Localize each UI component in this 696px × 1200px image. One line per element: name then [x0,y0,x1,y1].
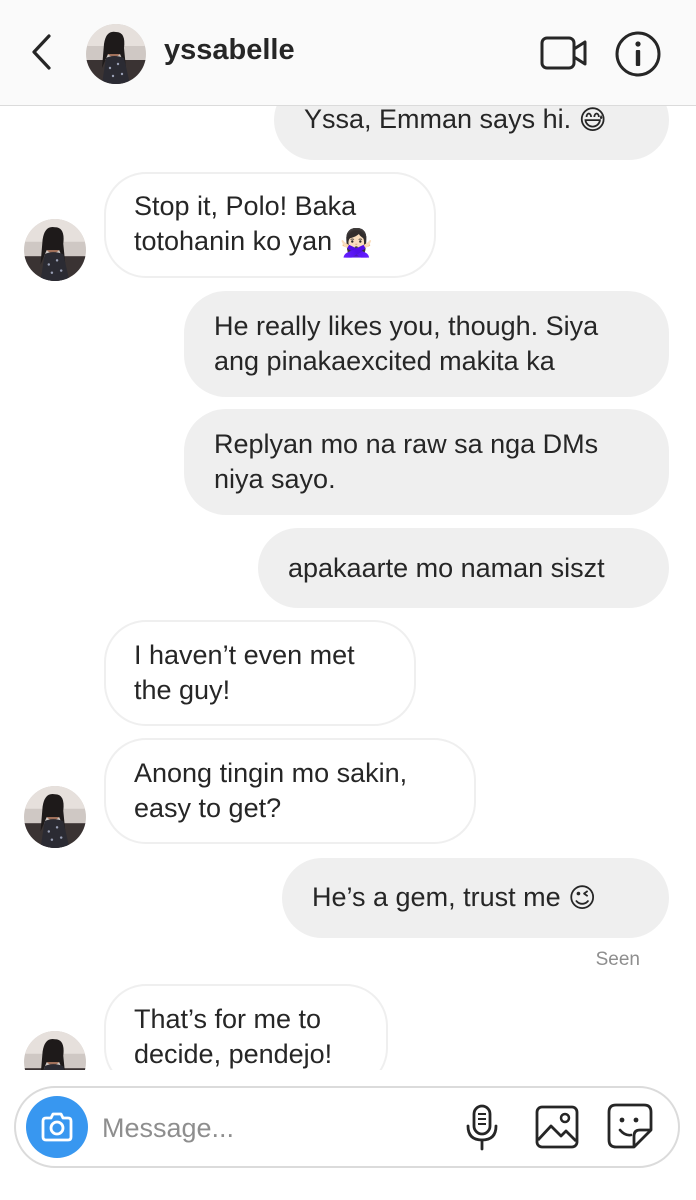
message-text: I haven’t even met [134,640,355,670]
avatar[interactable] [24,219,86,281]
message-text: Anong tingin mo sakin, [134,758,408,788]
message-text: ang pinakaexcited makita ka [214,346,555,376]
microphone-button[interactable] [464,1104,500,1152]
message-bubble-outgoing[interactable]: apakaarte mo naman siszt [258,528,669,608]
camera-icon [41,1112,73,1142]
back-button[interactable] [26,30,58,74]
message-text: the guy! [134,675,231,705]
microphone-icon [466,1104,498,1151]
gallery-button[interactable] [534,1104,580,1150]
avatar[interactable] [24,1031,86,1070]
video-call-button[interactable] [540,34,588,74]
emoji: 🙅🏻‍♀️ [339,227,374,258]
message-text: Yssa, Emman says hi. [304,106,572,134]
emoji: 😅 [578,106,607,136]
message-text: Stop it, Polo! Baka [134,191,357,222]
message-text: That’s for me to [134,1004,322,1034]
avatar[interactable] [24,786,86,848]
message-text: He really likes you, though. Siya [214,311,599,341]
gallery-icon [535,1105,579,1149]
message-text: apakaarte mo naman siszt [288,552,605,583]
video-camera-icon [540,36,587,70]
message-text: easy to get? [134,793,282,823]
message-bubble-incoming[interactable]: Stop it, Polo! Baka totohanin ko yan 🙅🏻‍… [104,172,436,278]
emoji: 😉 [568,883,597,914]
chat-username[interactable]: yssabelle [164,34,295,67]
message-bubble-incoming[interactable]: I haven’t even met the guy! [104,620,416,726]
camera-button[interactable] [26,1096,88,1158]
message-input[interactable] [102,1106,442,1150]
message-bubble-outgoing[interactable]: He really likes you, though. Siya ang pi… [184,291,669,397]
chevron-left-icon [32,34,51,70]
message-text: decide, pendejo! [134,1039,333,1069]
sticker-icon [607,1103,653,1149]
seen-indicator: Seen [595,949,640,970]
message-bubble-outgoing[interactable]: He’s a gem, trust me 😉 [282,858,669,938]
message-bubble-outgoing[interactable]: Yssa, Emman says hi. 😅 [274,106,669,160]
chat-header: yssabelle [0,0,696,106]
message-composer [14,1086,680,1168]
message-bubble-incoming[interactable]: Anong tingin mo sakin, easy to get? [104,738,476,844]
message-thread[interactable]: Yssa, Emman says hi. 😅 Stop it, Polo! Ba… [0,106,696,1070]
message-text: totohanin ko yan [134,226,333,257]
message-bubble-incoming[interactable]: That’s for me to decide, pendejo! [104,984,388,1070]
message-text: niya sayo. [214,464,336,494]
info-icon [615,31,661,77]
message-bubble-outgoing[interactable]: Replyan mo na raw sa nga DMs niya sayo. [184,409,669,515]
avatar[interactable] [86,24,146,84]
message-text: Replyan mo na raw sa nga DMs [214,429,599,459]
sticker-button[interactable] [606,1102,654,1150]
message-text: He’s a gem, trust me [312,881,561,912]
info-button[interactable] [614,30,662,78]
